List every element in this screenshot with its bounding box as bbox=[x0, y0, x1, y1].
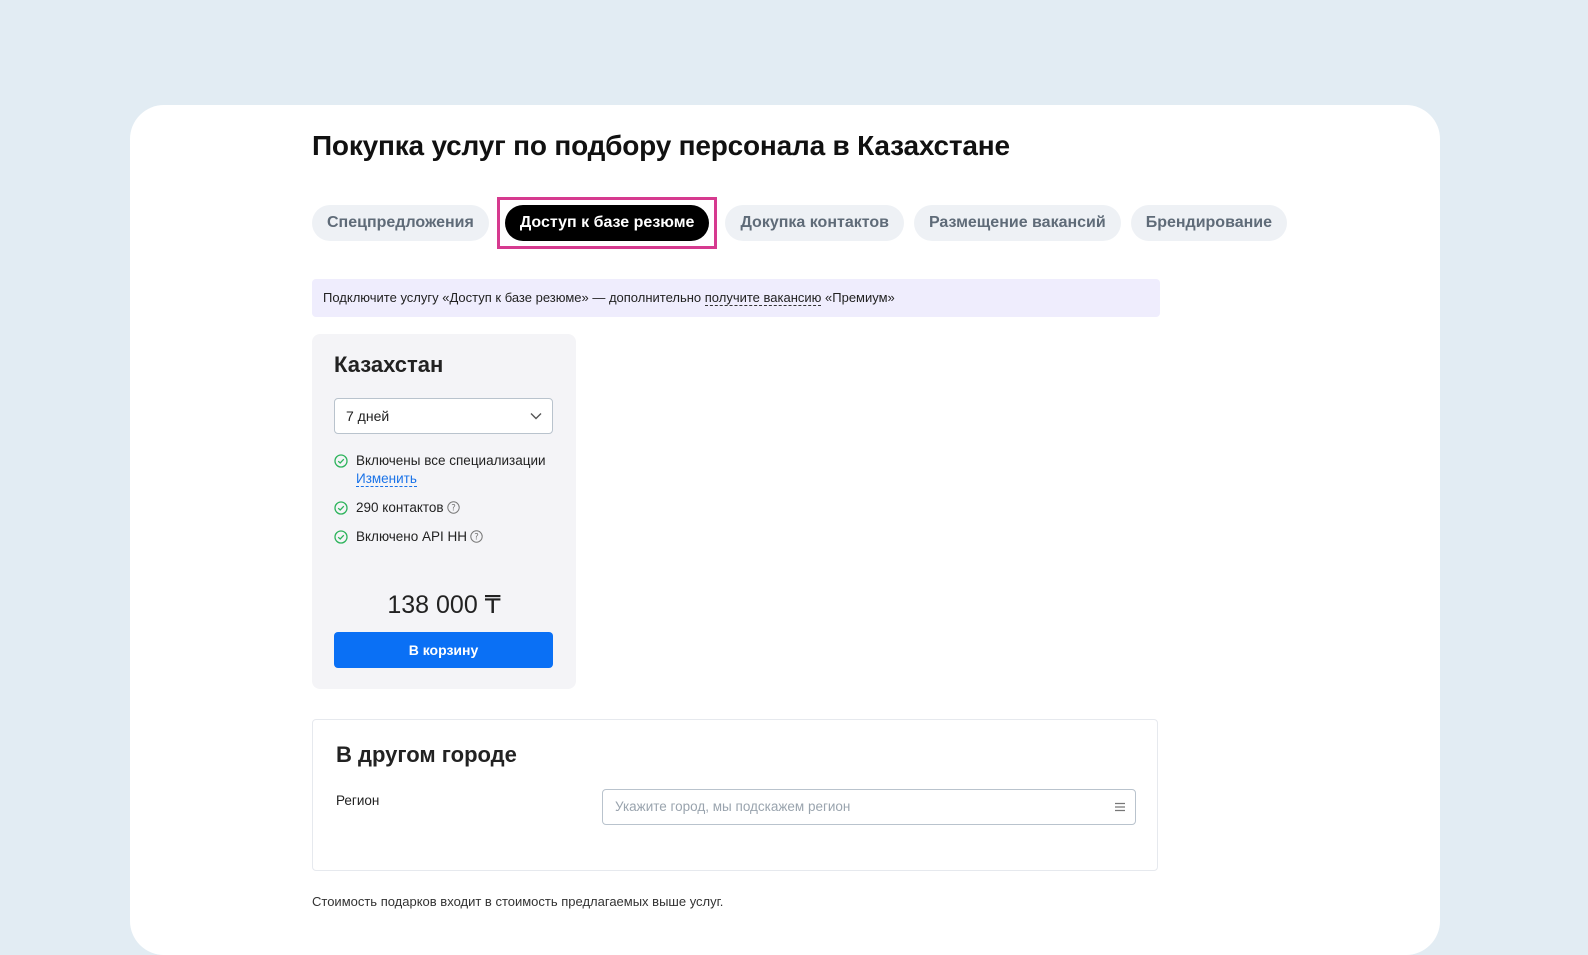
feature-text: Включено API HH bbox=[356, 529, 468, 544]
period-select[interactable]: 7 дней bbox=[334, 398, 553, 434]
other-city-title: В другом городе bbox=[336, 742, 517, 767]
tab-special-offers[interactable]: Спецпредложения bbox=[312, 205, 489, 241]
list-icon[interactable] bbox=[1114, 801, 1126, 813]
banner-link[interactable]: получите вакансию bbox=[704, 290, 822, 306]
banner-text-after: «Премиум» bbox=[821, 290, 895, 305]
svg-text:?: ? bbox=[474, 533, 479, 543]
region-label: Регион bbox=[336, 793, 380, 808]
check-circle-icon bbox=[334, 501, 348, 515]
feature-item: Включено API HH ? bbox=[334, 528, 554, 546]
help-icon[interactable]: ? bbox=[470, 530, 483, 543]
feature-text: Включены все специализации bbox=[356, 453, 546, 468]
check-circle-icon bbox=[334, 530, 348, 544]
offer-title: Казахстан bbox=[334, 352, 444, 377]
page-title: Покупка услуг по подбору персонала в Каз… bbox=[312, 130, 1010, 161]
feature-text: 290 контактов bbox=[356, 500, 444, 515]
period-select-value: 7 дней bbox=[346, 408, 390, 424]
region-placeholder: Укажите город, мы подскажем регион bbox=[615, 799, 851, 814]
banner-text-before: Подключите услугу «Доступ к базе резюме»… bbox=[323, 290, 705, 305]
other-city-section: В другом городе Регион Укажите город, мы… bbox=[312, 719, 1158, 871]
tabs-bar: Спецпредложения Доступ к базе резюме Док… bbox=[312, 197, 1287, 249]
check-circle-icon bbox=[334, 454, 348, 468]
footnote: Стоимость подарков входит в стоимость пр… bbox=[312, 894, 724, 909]
feature-list: Включены все специализации Изменить 290 … bbox=[334, 452, 554, 557]
tab-resume-database[interactable]: Доступ к базе резюме bbox=[504, 205, 710, 241]
price: 138 000 ₸ bbox=[387, 591, 501, 619]
promo-banner: Подключите услугу «Доступ к базе резюме»… bbox=[312, 279, 1160, 317]
offer-card: Казахстан 7 дней Включены все специализа… bbox=[312, 334, 576, 689]
chevron-down-icon bbox=[530, 413, 542, 420]
add-to-cart-button[interactable]: В корзину bbox=[334, 632, 553, 668]
tab-buy-contacts[interactable]: Докупка контактов bbox=[725, 205, 904, 241]
tab-vacancy-posting[interactable]: Размещение вакансий bbox=[913, 205, 1121, 241]
feature-item: 290 контактов ? bbox=[334, 499, 554, 517]
help-icon[interactable]: ? bbox=[446, 501, 460, 514]
change-specializations-link[interactable]: Изменить bbox=[356, 471, 417, 487]
active-tab-highlight: Доступ к базе резюме bbox=[496, 197, 718, 249]
region-input[interactable]: Укажите город, мы подскажем регион bbox=[602, 789, 1136, 825]
svg-text:?: ? bbox=[451, 504, 456, 514]
tab-branding[interactable]: Брендирование bbox=[1130, 205, 1287, 241]
feature-item: Включены все специализации Изменить bbox=[334, 452, 554, 488]
